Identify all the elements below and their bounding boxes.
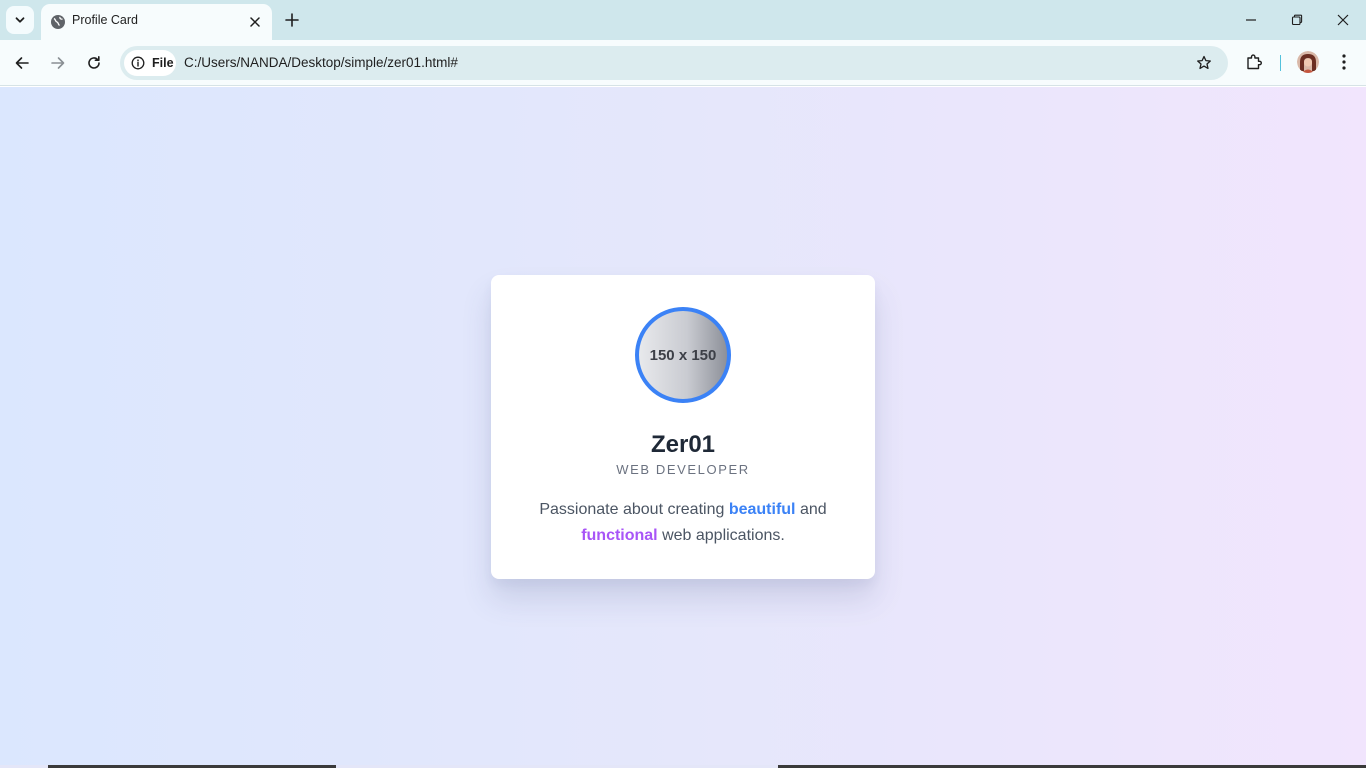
profile-role: WEB DEVELOPER — [616, 462, 750, 477]
reload-icon — [88, 56, 100, 69]
close-icon — [250, 17, 260, 27]
back-button[interactable] — [10, 51, 34, 75]
profile-image: 150 x 150 — [635, 307, 731, 403]
extensions-button[interactable] — [1243, 51, 1265, 73]
profile-bio: Passionate about creating beautiful and … — [531, 497, 835, 549]
restore-button[interactable] — [1274, 0, 1320, 40]
info-icon — [131, 56, 145, 70]
kebab-menu-icon — [1342, 54, 1346, 70]
toolbar-divider — [1280, 55, 1281, 71]
browser-toolbar: File C:/Users/NANDA/Desktop/simple/zer01… — [0, 40, 1366, 86]
plus-icon — [285, 13, 299, 27]
arrow-right-icon — [51, 57, 65, 69]
browser-menu-button[interactable] — [1334, 51, 1354, 73]
minimize-icon — [1246, 19, 1256, 21]
chevron-down-icon — [15, 17, 25, 23]
restore-icon — [1291, 14, 1303, 26]
bookmark-button[interactable] — [1194, 53, 1214, 73]
reload-button[interactable] — [82, 51, 106, 75]
avatar-icon — [1297, 51, 1319, 73]
address-bar[interactable]: File C:/Users/NANDA/Desktop/simple/zer01… — [120, 46, 1228, 80]
arrow-left-icon — [15, 57, 29, 69]
bio-text: web applications. — [657, 527, 785, 544]
forward-button[interactable] — [46, 51, 70, 75]
tab-strip: Profile Card — [0, 0, 1366, 40]
site-chip-label: File — [152, 56, 174, 70]
page-viewport: 150 x 150 Zer01 WEB DEVELOPER Passionate… — [0, 87, 1366, 768]
active-tab[interactable]: Profile Card — [41, 4, 272, 40]
star-icon — [1197, 55, 1211, 70]
bio-text: and — [795, 501, 827, 518]
close-window-button[interactable] — [1320, 0, 1366, 40]
globe-icon — [51, 15, 65, 29]
new-tab-button[interactable] — [282, 10, 302, 30]
tab-search-button[interactable] — [6, 6, 34, 34]
close-icon — [1337, 14, 1349, 26]
profile-card: 150 x 150 Zer01 WEB DEVELOPER Passionate… — [491, 275, 875, 579]
minimize-button[interactable] — [1228, 0, 1274, 40]
bio-highlight-functional: functional — [581, 527, 658, 544]
profile-avatar[interactable] — [1297, 51, 1319, 73]
bio-highlight-beautiful: beautiful — [728, 501, 796, 518]
url-text[interactable]: C:/Users/NANDA/Desktop/simple/zer01.html… — [184, 55, 458, 70]
puzzle-icon — [1247, 54, 1262, 70]
tab-title: Profile Card — [72, 13, 138, 27]
site-info-chip[interactable]: File — [124, 50, 176, 76]
profile-image-placeholder-text: 150 x 150 — [649, 346, 717, 364]
profile-name: Zer01 — [650, 431, 716, 458]
bio-text: Passionate about creating — [539, 501, 729, 518]
tab-close-button[interactable] — [246, 13, 264, 31]
